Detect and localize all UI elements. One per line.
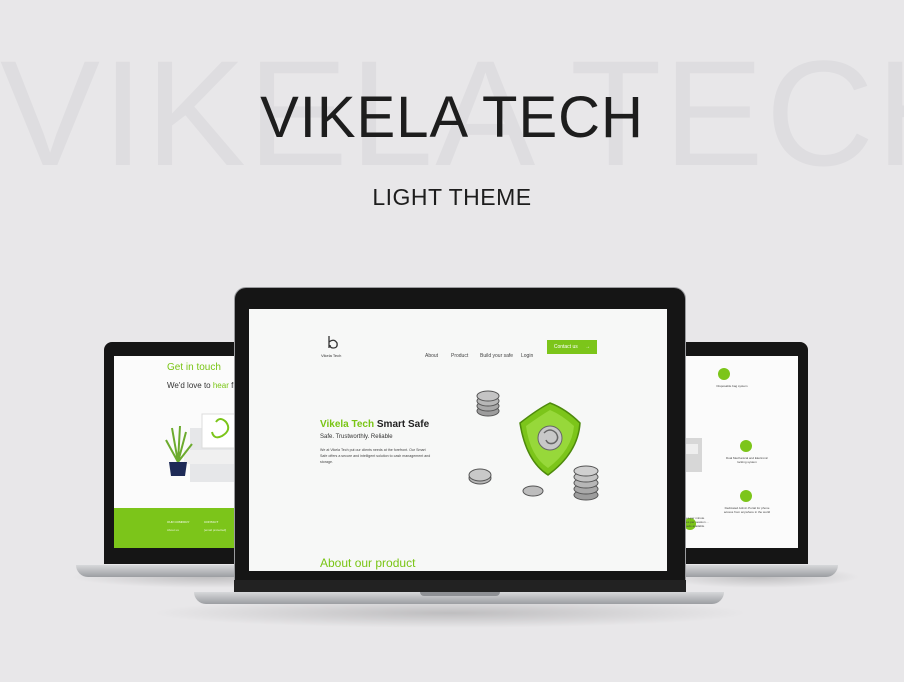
center-laptop-chin [234,580,686,592]
portal-icon [740,490,752,502]
lock-icon [740,440,752,452]
feature-counting: notes per minute notes per session ... s… [684,516,709,528]
shield-coins-illustration [468,390,599,501]
footer-company-item[interactable]: About us [167,528,179,532]
tagline-highlight: hear [212,381,229,390]
nav-about[interactable]: About [425,344,438,362]
contact-us-label: Contact us [553,344,578,350]
bag-icon [718,368,730,380]
hero-title-brand: Vikela Tech [320,419,375,430]
left-laptop-screen: Get in touch We'd love to hear fro OUR C… [114,356,250,548]
page-subtitle: LIGHT THEME [372,184,532,210]
contact-tagline: We'd love to hear fro [167,381,240,390]
feature-locking: Dual Mechanical and Electronic locking s… [725,456,769,464]
feature-bag: Disposable bag system [716,384,748,388]
contact-us-button[interactable]: Contact us → [547,340,597,354]
left-screen-footer: OUR COMPANY About us CONTACT [email prot… [114,508,250,548]
footer-contact-item[interactable]: [email protected] [204,528,226,532]
hero-title: Vikela Tech Smart Safe [320,419,429,430]
center-laptop-screen: Vikela Tech About Product Build your saf… [249,309,667,571]
hero-body: We at Vikela Tech put our clients needs … [320,448,431,464]
nav-build-your-safe[interactable]: Build your safe [480,344,513,362]
footer-contact-title: CONTACT [204,520,219,524]
logo-text: Vikela Tech [321,353,342,358]
left-laptop-base [76,565,254,577]
about-heading: About our product [320,556,416,570]
hero-title-product: Smart Safe [376,419,430,430]
right-laptop-screen: Disposable bag system Dual Mechanical an… [684,356,798,548]
footer-company-title: OUR COMPANY [167,520,190,524]
feature-portal: Dedicated Admin Portal for phone access … [723,506,771,514]
safe-machine-illustration [684,438,702,472]
arrow-right-icon: → [585,344,591,350]
get-in-touch-heading: Get in touch [167,362,221,373]
hero-tagline: Safe. Trustworthly. Reliable [320,434,393,440]
center-laptop-notch [420,592,500,596]
vikela-logo-icon[interactable] [325,335,339,351]
tagline-start: We'd love to [167,381,211,390]
right-laptop-base [682,565,838,577]
page-title: VIKELA TECH [260,85,644,150]
nav-login[interactable]: Login [521,344,533,362]
nav-product[interactable]: Product [451,344,468,362]
